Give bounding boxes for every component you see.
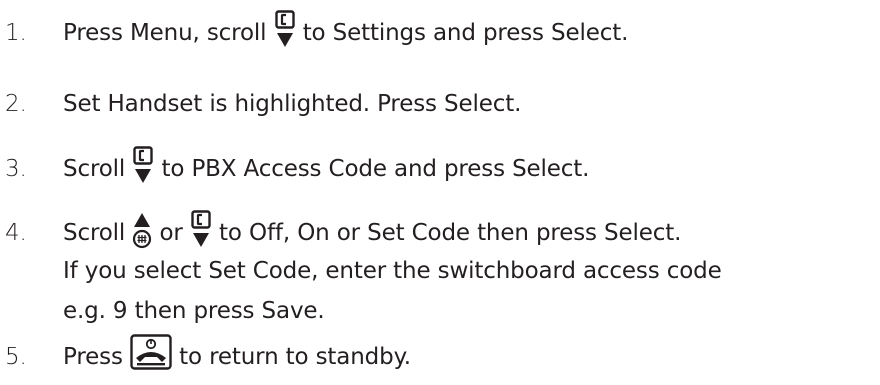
option-set-code: Set Code (208, 258, 312, 284)
text-segment: to (295, 20, 333, 46)
text-segment: , (282, 220, 298, 246)
scroll-down-phonebook-icon (132, 145, 154, 186)
text-segment: e.g. 9 then press (63, 298, 262, 324)
key-name-select: Select (512, 156, 583, 182)
step-4-continuation-line-1: If you select Set Code, enter the switch… (63, 250, 873, 292)
text-segment: If you select (63, 258, 209, 284)
text-segment: or (152, 220, 190, 246)
text-segment: to (211, 220, 249, 246)
menu-item-set-handset: Set Handset (63, 91, 203, 117)
text-segment: Press (63, 344, 130, 370)
key-name-save: Save (261, 298, 318, 324)
scroll-down-phonebook-icon (190, 209, 212, 250)
text-segment: then press (469, 220, 605, 246)
step-text: Scroll or to Off, On or Set Code then pr… (63, 209, 682, 254)
option-off: Off (249, 220, 283, 246)
step-text: Set Handset is highlighted. Press Select… (63, 83, 521, 125)
text-segment: and press (386, 156, 513, 182)
step-number: 3. (5, 156, 27, 182)
step-number: 1. (5, 20, 27, 46)
text-segment: . (582, 156, 590, 182)
text-segment: to return to standby. (171, 344, 411, 370)
step-text: Press to return to standby. (63, 333, 411, 378)
menu-item-pbx-access-code: PBX Access Code (191, 156, 387, 182)
end-call-icon (130, 333, 172, 370)
key-name-select: Select (444, 91, 515, 117)
text-segment: Press (63, 20, 130, 46)
option-set-code: Set Code (367, 220, 470, 246)
step-number: 2. (5, 91, 27, 117)
text-segment: . (317, 298, 325, 324)
scroll-down-phonebook-icon (274, 9, 296, 50)
key-name-menu: Menu (129, 20, 193, 46)
text-segment: is highlighted. Press (202, 91, 445, 117)
text-segment: , enter the switchboard access code (311, 258, 722, 284)
key-name-select: Select (604, 220, 675, 246)
key-name-select: Select (551, 20, 622, 46)
text-segment: to (154, 156, 192, 182)
scroll-up-calls-icon (132, 210, 152, 250)
text-segment: Scroll (63, 220, 133, 246)
step-number: 4. (5, 220, 27, 246)
text-segment: Scroll (63, 156, 133, 182)
step-text: Press Menu, scroll to Settings and press… (63, 9, 629, 54)
step-text: Scroll to PBX Access Code and press Sele… (63, 145, 590, 190)
text-segment: . (621, 20, 629, 46)
step-number: 5. (5, 344, 27, 370)
option-on: On (297, 220, 330, 246)
text-segment: . (514, 91, 522, 117)
menu-item-settings: Settings (332, 20, 426, 46)
text-segment: . (674, 220, 682, 246)
text-segment: , scroll (192, 20, 274, 46)
step-4-continuation-line-2: e.g. 9 then press Save. (63, 290, 873, 332)
text-segment: and press (425, 20, 552, 46)
instruction-steps: 1. Press Menu, scroll to Settings and pr… (0, 0, 880, 385)
text-segment: or (329, 220, 368, 246)
